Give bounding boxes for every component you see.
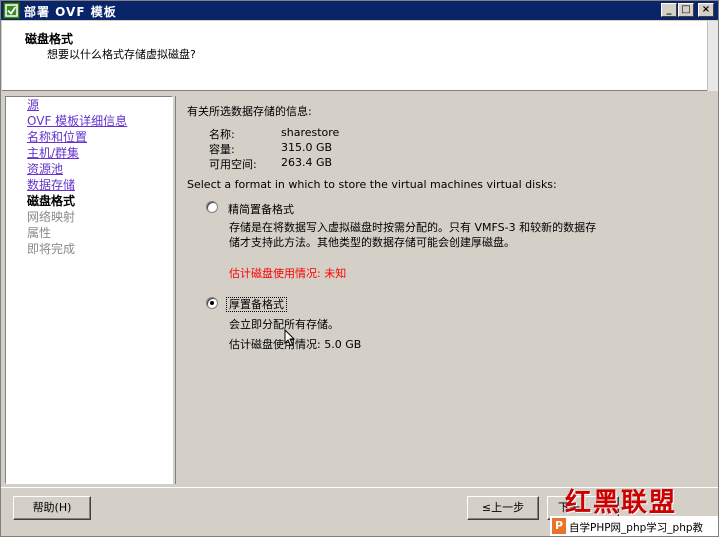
thick-provision-label-wrap[interactable]: 厚置备格式 <box>226 296 287 312</box>
datastore-free-value: 263.4 GB <box>281 156 333 169</box>
thin-provision-label[interactable]: 精简置备格式 <box>228 201 294 217</box>
format-instruction: Select a format in which to store the vi… <box>187 178 557 191</box>
maximize-button[interactable]: □ <box>678 3 694 17</box>
minimize-button[interactable]: _ <box>661 3 677 17</box>
nav-step-9: 属性 <box>27 226 52 240</box>
thin-provision-desc-1: 存储是在将数据写入虚拟磁盘时按需分配的。只有 VMFS-3 和较新的数据存 <box>229 221 597 234</box>
thick-provision-label[interactable]: 厚置备格式 <box>226 297 287 312</box>
thin-provision-radio[interactable] <box>206 201 218 213</box>
page-title: 磁盘格式 <box>25 32 74 46</box>
wizard-header: 磁盘格式 想要以什么格式存储虚拟磁盘? <box>2 21 718 91</box>
title-bar[interactable]: 部署 OVF 模板 _ □ × <box>1 1 718 20</box>
nav-step-3[interactable]: 名称和位置 <box>27 130 87 144</box>
help-button[interactable]: 帮助(H) <box>13 496 91 520</box>
vsphere-app-icon <box>3 2 20 19</box>
nav-step-7: 磁盘格式 <box>27 194 76 208</box>
nav-step-10: 即将完成 <box>27 242 76 256</box>
disk-format-panel: 有关所选数据存储的信息: 名称: sharestore 容量: 315.0 GB… <box>175 96 716 484</box>
thin-provision-desc-2: 储才支持此方法。其他类型的数据存储可能会创建厚磁盘。 <box>229 236 515 249</box>
close-button[interactable]: × <box>698 3 714 17</box>
thin-usage-estimate: 估计磁盘使用情况: 未知 <box>229 267 347 280</box>
nav-step-8: 网络映射 <box>27 210 76 224</box>
datastore-free-label: 可用空间: <box>209 158 257 171</box>
datastore-capacity-label: 容量: <box>209 143 235 156</box>
window-title: 部署 OVF 模板 <box>24 5 117 19</box>
mouse-pointer-icon <box>284 329 296 347</box>
page-subtitle: 想要以什么格式存储虚拟磁盘? <box>47 48 196 61</box>
datastore-name-label: 名称: <box>209 128 235 141</box>
wizard-steps-nav: 源 OVF 模板详细信息 名称和位置主机/群集资源池数据存储磁盘格式网络映射属性即将… <box>5 96 173 484</box>
thick-provision-radio[interactable] <box>206 297 218 309</box>
datastore-name-value: sharestore <box>281 126 340 139</box>
wizard-window: 部署 OVF 模板 _ □ × 磁盘格式 想要以什么格式存储虚拟磁盘? 源 OVF… <box>0 0 719 537</box>
wizard-button-bar: 帮助(H) ≤上一步 下一 <box>1 487 718 536</box>
nav-step-2[interactable]: OVF 模板详细信息 <box>27 114 127 128</box>
datastore-info-heading: 有关所选数据存储的信息: <box>187 105 312 118</box>
nav-step-1[interactable]: 源 <box>27 98 39 112</box>
header-scrollbar[interactable] <box>707 21 718 91</box>
datastore-capacity-value: 315.0 GB <box>281 141 333 154</box>
nav-step-6[interactable]: 数据存储 <box>27 178 75 192</box>
radio-selected-dot <box>210 301 214 305</box>
next-button[interactable]: 下一 <box>547 496 619 520</box>
nav-step-4[interactable]: 主机/群集 <box>27 146 79 160</box>
nav-step-5[interactable]: 资源池 <box>27 162 63 176</box>
back-button[interactable]: ≤上一步 <box>467 496 539 520</box>
